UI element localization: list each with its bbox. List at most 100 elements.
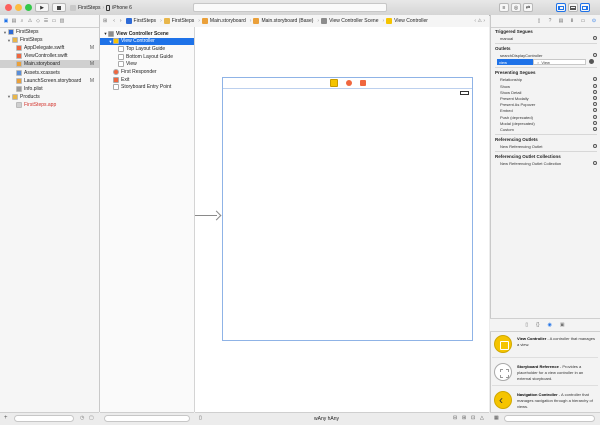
connection-row[interactable]: New Referencing Outlet bbox=[500, 144, 597, 149]
code-snippet-icon[interactable]: {} bbox=[536, 322, 539, 328]
run-button[interactable]: ▶ bbox=[35, 3, 49, 12]
exit-icon[interactable] bbox=[359, 80, 366, 86]
connection-row[interactable]: Present As Popover bbox=[500, 102, 597, 107]
issue-nav-icon[interactable]: ‹ ⚠ › bbox=[474, 18, 485, 24]
connection-row[interactable]: searchDisplayController bbox=[500, 53, 597, 58]
scheme-selector[interactable]: FirstSteps › iPhone 6 bbox=[70, 3, 132, 12]
outline-row[interactable]: First Responder bbox=[100, 69, 194, 76]
find-icon[interactable]: ⌕ bbox=[19, 18, 25, 24]
view-controller-icon[interactable] bbox=[329, 79, 338, 87]
scm-status-icon[interactable]: ▢ bbox=[89, 415, 94, 421]
file-template-icon[interactable]: ▯ bbox=[525, 322, 528, 328]
align-icon[interactable]: ⊞ bbox=[462, 415, 466, 421]
navigator-file-row[interactable]: AppDelegate.swift M bbox=[0, 44, 99, 52]
report-icon[interactable]: ▥ bbox=[59, 18, 65, 24]
connected-circle-icon[interactable] bbox=[589, 59, 594, 65]
outline-row[interactable]: ▼ View Controller Scene bbox=[100, 30, 194, 37]
connection-row[interactable]: Push (deprecated) bbox=[500, 114, 597, 120]
identity-inspector-icon[interactable]: ▤ bbox=[558, 18, 564, 24]
breadcrumb-item[interactable]: FirstSteps bbox=[163, 18, 194, 24]
stack-icon[interactable]: ⊟ bbox=[453, 415, 457, 421]
add-icon[interactable]: + bbox=[4, 415, 8, 421]
navigator-file-row[interactable]: ▼ Products bbox=[0, 93, 99, 101]
connection-row[interactable]: Show bbox=[500, 83, 597, 89]
connection-circle-icon[interactable] bbox=[593, 96, 597, 100]
breadcrumb-item[interactable]: View Controller Scene bbox=[321, 18, 378, 24]
grid-view-icon[interactable]: ▦ bbox=[494, 415, 499, 421]
size-inspector-icon[interactable]: ▭ bbox=[580, 18, 586, 24]
toggle-utilities-button[interactable] bbox=[580, 3, 590, 12]
pin-icon[interactable]: ⊡ bbox=[471, 415, 475, 421]
breadcrumb-item[interactable]: FirstSteps bbox=[125, 18, 156, 24]
test-icon[interactable]: ◇ bbox=[35, 18, 41, 24]
minimize-window-button[interactable] bbox=[15, 4, 22, 11]
close-window-button[interactable] bbox=[5, 4, 12, 11]
version-editor-button[interactable]: ⇄ bbox=[523, 3, 533, 12]
connection-circle-icon[interactable] bbox=[593, 36, 597, 40]
breadcrumb-item[interactable]: Main.storyboard bbox=[201, 18, 246, 24]
assistant-editor-button[interactable]: ◎ bbox=[511, 3, 521, 12]
outline-row[interactable]: Bottom Layout Guide bbox=[100, 53, 194, 60]
connection-row[interactable]: Show Detail bbox=[500, 89, 597, 95]
connection-circle-icon[interactable] bbox=[593, 77, 597, 82]
outline-row[interactable]: View bbox=[100, 61, 194, 68]
outline-filter-input[interactable] bbox=[104, 415, 190, 422]
navigator-file-row[interactable]: ▼ FirstSteps bbox=[0, 36, 99, 44]
view-controller-scene[interactable] bbox=[222, 77, 473, 341]
forward-icon[interactable]: › bbox=[120, 18, 122, 24]
resolve-icon[interactable]: △ bbox=[480, 415, 484, 421]
library-item[interactable]: Storyboard Reference - Provides a placeh… bbox=[492, 360, 598, 386]
toggle-navigator-button[interactable] bbox=[556, 3, 566, 12]
outlet-connection-row[interactable]: view × View bbox=[497, 59, 594, 66]
library-item[interactable]: ‹ Navigation Controller - A controller th… bbox=[492, 388, 598, 413]
library-item[interactable]: View Controller - A controller that mana… bbox=[492, 332, 598, 358]
outline-row[interactable]: Storyboard Entry Point bbox=[100, 84, 194, 91]
stop-button[interactable] bbox=[52, 3, 66, 12]
connection-circle-icon[interactable] bbox=[593, 102, 597, 107]
navigator-file-row[interactable]: Info.plist bbox=[0, 85, 99, 93]
storyboard-canvas[interactable] bbox=[195, 27, 489, 412]
breadcrumb-item[interactable]: View Controller bbox=[386, 18, 428, 24]
navigator-file-row[interactable]: Assets.xcassets bbox=[0, 69, 99, 77]
connection-row[interactable]: Custom bbox=[500, 127, 597, 132]
connection-row[interactable]: Modal (deprecated) bbox=[500, 120, 597, 126]
navigator-file-row[interactable]: LaunchScreen.storyboard M bbox=[0, 77, 99, 85]
connection-circle-icon[interactable] bbox=[593, 89, 597, 94]
navigator-file-row[interactable]: Main.storyboard M bbox=[0, 60, 99, 69]
size-class-control[interactable]: wAny hAny bbox=[314, 416, 339, 422]
connection-circle-icon[interactable] bbox=[593, 108, 597, 113]
navigator-file-row[interactable]: FirstSteps.app bbox=[0, 101, 99, 109]
connection-row[interactable]: Present Modally bbox=[500, 96, 597, 101]
connection-circle-icon[interactable] bbox=[593, 53, 597, 58]
media-library-icon[interactable]: ▣ bbox=[560, 322, 565, 328]
breakpoint-icon[interactable]: ▭ bbox=[51, 18, 57, 24]
warning-icon[interactable]: ⚠ bbox=[27, 18, 33, 24]
back-icon[interactable]: ‹ bbox=[113, 18, 115, 24]
debug-icon[interactable]: ☰ bbox=[43, 18, 49, 24]
connections-inspector-icon[interactable]: ⊙ bbox=[591, 18, 597, 24]
connection-circle-icon[interactable] bbox=[593, 120, 597, 125]
toggle-debug-area-button[interactable] bbox=[568, 3, 578, 12]
related-items-icon[interactable]: ⊞ bbox=[103, 18, 107, 24]
connection-circle-icon[interactable] bbox=[593, 114, 597, 119]
attributes-inspector-icon[interactable]: ⬇ bbox=[569, 18, 575, 24]
outline-row[interactable]: Top Layout Guide bbox=[100, 45, 194, 52]
entry-point-arrow-icon[interactable] bbox=[211, 210, 222, 221]
folder-icon[interactable]: ▣ bbox=[3, 18, 9, 24]
navigator-file-row[interactable]: ▼ FirstSteps bbox=[0, 28, 99, 36]
outline-row[interactable]: Exit bbox=[100, 76, 194, 83]
close-icon[interactable]: × bbox=[537, 60, 539, 65]
connection-circle-icon[interactable] bbox=[593, 144, 597, 149]
toggle-outline-icon[interactable]: ▯ bbox=[199, 415, 202, 421]
library-filter-input[interactable] bbox=[504, 415, 595, 422]
connection-circle-icon[interactable] bbox=[593, 127, 597, 131]
breadcrumb-item[interactable]: Main.storyboard (Base) bbox=[253, 18, 313, 24]
navigator-file-row[interactable]: ViewController.swift bbox=[0, 52, 99, 60]
quick-help-icon[interactable]: ? bbox=[547, 18, 553, 24]
symbol-icon[interactable]: ▤ bbox=[11, 18, 17, 24]
file-inspector-icon[interactable]: ▯ bbox=[536, 18, 542, 24]
navigator-filter-input[interactable] bbox=[14, 415, 74, 422]
connection-circle-icon[interactable] bbox=[593, 83, 597, 88]
connection-row[interactable]: manual bbox=[500, 36, 597, 41]
standard-editor-button[interactable]: ≡ bbox=[499, 3, 509, 12]
